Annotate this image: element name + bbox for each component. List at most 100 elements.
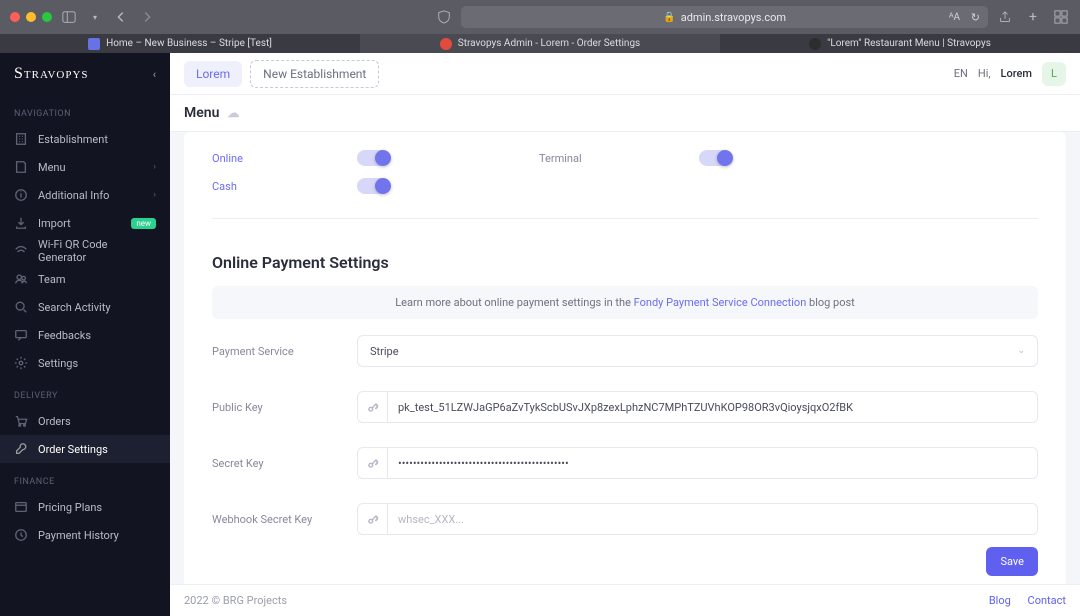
toggle-label-online: Online [212, 152, 357, 165]
toggle-cash[interactable] [357, 178, 389, 194]
key-icon [358, 504, 388, 534]
sidebar-item-menu[interactable]: Menu › [0, 153, 170, 181]
info-text-pre: Learn more about online payment settings… [395, 296, 633, 309]
plans-icon [14, 500, 28, 514]
toggle-label-cash: Cash [212, 180, 357, 193]
sidebar-section-label: NAVIGATION [0, 109, 170, 125]
sidebar-item-additional-info[interactable]: Additional Info › [0, 181, 170, 209]
sidebar-item-team[interactable]: Team [0, 265, 170, 293]
window-controls[interactable] [10, 12, 52, 22]
browser-tab-1[interactable]: Stravopys Admin - Lorem - Order Settings [360, 34, 720, 53]
user-name: Lorem [1001, 67, 1032, 80]
payment-service-select[interactable]: Stripe ⌄ [357, 335, 1038, 367]
page-subheader: Menu ☁ [170, 95, 1080, 132]
browser-tabs: Home – New Business – Stripe [Test] Stra… [0, 34, 1080, 53]
back-icon[interactable] [112, 8, 130, 26]
language-switch[interactable]: EN [954, 67, 968, 80]
toggle-online[interactable] [357, 150, 389, 166]
secret-key-input[interactable] [388, 448, 1037, 478]
field-label-payment-service: Payment Service [212, 345, 357, 358]
info-link[interactable]: Fondy Payment Service Connection [634, 296, 807, 309]
save-button[interactable]: Save [986, 547, 1038, 576]
chevron-down-icon[interactable]: ▾ [86, 8, 104, 26]
sidebar-toggle-icon[interactable] [60, 8, 78, 26]
lock-icon: 🔒 [663, 12, 675, 23]
sidebar-section-label: DELIVERY [0, 391, 170, 407]
sidebar-item-search-activity[interactable]: Search Activity [0, 293, 170, 321]
sidebar-item-label: Orders [38, 415, 71, 428]
sidebar-item-orders[interactable]: Orders [0, 407, 170, 435]
public-key-input[interactable] [388, 392, 1037, 422]
browser-tab-0[interactable]: Home – New Business – Stripe [Test] [0, 34, 360, 53]
search-icon [14, 300, 28, 314]
sidebar-item-label: Menu [38, 161, 66, 174]
avatar[interactable]: L [1042, 62, 1066, 86]
minimize-window-icon[interactable] [26, 12, 36, 22]
key-icon [358, 448, 388, 478]
info-text-post: blog post [806, 296, 855, 309]
toggle-terminal[interactable] [699, 150, 731, 166]
sidebar-header: Stravopys ‹ [0, 53, 170, 95]
settings-icon [14, 356, 28, 370]
cart-icon [14, 414, 28, 428]
share-icon[interactable] [996, 8, 1014, 26]
sidebar-item-feedbacks[interactable]: Feedbacks [0, 321, 170, 349]
sidebar-item-label: Pricing Plans [38, 501, 102, 514]
sidebar-item-label: Search Activity [38, 301, 111, 314]
content-area: Online Terminal Cash Online Payment Se [170, 132, 1080, 616]
sidebar-item-pricing-plans[interactable]: Pricing Plans [0, 493, 170, 521]
footer-link-contact[interactable]: Contact [1028, 594, 1066, 607]
sidebar-collapse-icon[interactable]: ‹ [153, 68, 156, 81]
main-area: Lorem New Establishment EN Hi, Lorem L M… [170, 53, 1080, 616]
sidebar-item-wifi-qr[interactable]: Wi-Fi QR Code Generator [0, 237, 170, 265]
browser-tab-label: Stravopys Admin - Lorem - Order Settings [458, 38, 640, 49]
team-icon [14, 272, 28, 286]
sidebar-item-settings[interactable]: Settings [0, 349, 170, 377]
chevron-right-icon: › [153, 162, 156, 172]
sidebar-item-payment-history[interactable]: Payment History [0, 521, 170, 549]
close-window-icon[interactable] [10, 12, 20, 22]
sidebar-item-label: Establishment [38, 133, 108, 146]
tab-overview-icon[interactable] [1052, 8, 1070, 26]
url-text: admin.stravopys.com [681, 11, 786, 24]
greeting: Hi, [978, 67, 991, 80]
chevron-down-icon: ⌄ [1017, 346, 1025, 356]
establishment-tab-active[interactable]: Lorem [184, 61, 242, 87]
info-bar: Learn more about online payment settings… [212, 286, 1038, 319]
new-badge: new [131, 218, 156, 229]
footer: 2022 © BRG Projects Blog Contact [170, 584, 1080, 616]
field-label-webhook-key: Webhook Secret Key [212, 513, 357, 526]
chevron-right-icon: › [153, 190, 156, 200]
feedback-icon [14, 328, 28, 342]
field-label-secret-key: Secret Key [212, 457, 357, 470]
sidebar-item-import[interactable]: Import new [0, 209, 170, 237]
favicon-icon [809, 38, 821, 50]
main-header: Lorem New Establishment EN Hi, Lorem L [170, 53, 1080, 95]
forward-icon[interactable] [138, 8, 156, 26]
shield-icon[interactable] [435, 8, 453, 26]
browser-tab-2[interactable]: "Lorem" Restaurant Menu | Stravopys [720, 34, 1080, 53]
settings-card: Online Terminal Cash Online Payment Se [184, 132, 1066, 594]
sidebar-item-label: Feedbacks [38, 329, 91, 342]
toggle-label-terminal: Terminal [539, 152, 699, 165]
new-establishment-button[interactable]: New Establishment [250, 60, 379, 88]
cloud-icon[interactable]: ☁ [227, 106, 239, 120]
app-window: Stravopys ‹ NAVIGATION Establishment Men… [0, 53, 1080, 616]
wifi-icon [14, 244, 28, 258]
wrench-icon [14, 442, 28, 456]
sidebar-item-order-settings[interactable]: Order Settings [0, 435, 170, 463]
url-bar[interactable]: 🔒 admin.stravopys.com ᴬA ↻ [461, 6, 988, 28]
history-icon [14, 528, 28, 542]
sidebar-item-label: Team [38, 273, 66, 286]
browser-chrome: ▾ 🔒 admin.stravopys.com ᴬA ↻ + [0, 0, 1080, 34]
reader-icon[interactable]: ᴬA [949, 12, 960, 23]
info-icon [14, 188, 28, 202]
webhook-key-input[interactable] [388, 504, 1037, 534]
maximize-window-icon[interactable] [42, 12, 52, 22]
sidebar-item-establishment[interactable]: Establishment [0, 125, 170, 153]
page-title: Menu [184, 105, 219, 121]
reload-icon[interactable]: ↻ [971, 11, 980, 24]
new-tab-icon[interactable]: + [1024, 8, 1042, 26]
footer-link-blog[interactable]: Blog [989, 594, 1011, 607]
sidebar-item-label: Import [38, 217, 71, 230]
